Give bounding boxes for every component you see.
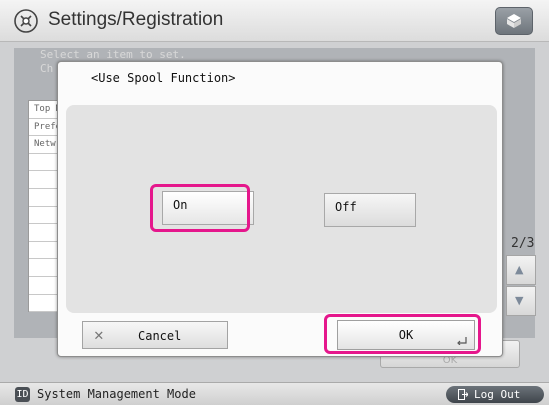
spool-function-dialog: <Use Spool Function> On Off ✕ Cancel OK — [57, 61, 503, 357]
scroll-down-button[interactable]: ▼ — [506, 286, 536, 316]
highlight-on-option — [150, 184, 250, 232]
close-icon: ✕ — [94, 325, 104, 344]
logout-label: Log Out — [474, 388, 521, 401]
option-off-button[interactable]: Off — [324, 193, 416, 227]
highlight-ok-button — [324, 314, 481, 354]
cancel-label: Cancel — [138, 329, 182, 343]
dialog-title: <Use Spool Function> — [91, 71, 236, 85]
counter-check-icon — [507, 14, 521, 28]
page-title: Settings/Registration — [48, 9, 224, 30]
logout-button[interactable]: Log Out — [446, 386, 544, 403]
settings-gear-icon — [14, 9, 38, 33]
mode-text: System Management Mode — [37, 387, 196, 401]
triangle-down-icon: ▼ — [515, 294, 524, 307]
hint-line: Select an item to set. — [40, 48, 186, 61]
counter-check-button[interactable] — [495, 7, 533, 35]
options-area: On Off — [66, 105, 497, 313]
triangle-up-icon: ▲ — [515, 263, 524, 276]
scroll-up-button[interactable]: ▲ — [506, 255, 536, 285]
system-management-icon: ID — [15, 387, 30, 402]
page-indicator: 2/3 — [511, 236, 535, 251]
logout-icon — [458, 389, 468, 400]
title-bar: Settings/Registration — [0, 0, 549, 42]
status-bar: ID System Management Mode Log Out — [0, 382, 549, 405]
cancel-button[interactable]: ✕ Cancel — [82, 321, 228, 349]
